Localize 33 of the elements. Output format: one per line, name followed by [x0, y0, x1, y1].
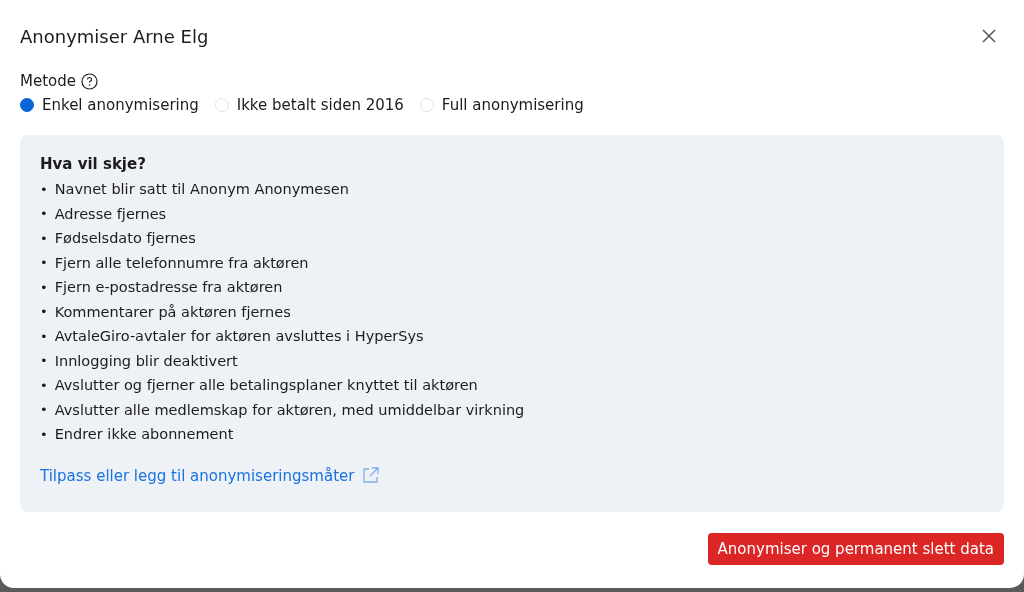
list-item: Adresse fjernes — [54, 205, 167, 222]
list-item: Fødselsdato fjernes — [54, 230, 196, 247]
bullet: • — [40, 279, 48, 295]
list-item: Innlogging blir deaktivert — [54, 352, 238, 369]
bullet: • — [40, 426, 48, 442]
list-item: Fjern alle telefonnumre fra aktøren — [54, 254, 309, 271]
list-item: Navnet blir satt til Anonym Anonymesen — [54, 181, 349, 198]
dialog-title: Anonymiser Arne Elg — [20, 25, 209, 47]
list-item: Avslutter alle medlemskap for aktøren, med umiddelbar virkning — [54, 401, 525, 418]
bullet: • — [40, 206, 48, 222]
list-item: Kommentarer på aktøren fjernes — [54, 303, 291, 320]
bullet: • — [40, 377, 48, 393]
bullet: • — [40, 402, 48, 418]
radio-option[interactable]: Ikke betalt siden 2016 — [214, 96, 404, 114]
close-icon[interactable] — [982, 29, 996, 43]
list-item: Endrer ikke abonnement — [54, 426, 234, 443]
list-item: AvtaleGiro-avtaler for aktøren avsluttes i HyperSys — [54, 328, 424, 345]
info-heading: Hva vil skje? — [40, 155, 147, 173]
list-item: Avslutter og fjerner alle betalingsplaner knyttet til aktøren — [54, 377, 478, 394]
radio-option[interactable]: Enkel anonymisering — [20, 96, 199, 114]
bullet: • — [40, 181, 48, 197]
radio-option[interactable]: Full anonymisering — [419, 96, 584, 114]
bullet: • — [40, 230, 48, 246]
method-label: Metode — [20, 72, 76, 90]
bullet: • — [40, 353, 48, 369]
help-icon[interactable] — [81, 72, 98, 90]
bullet: • — [40, 304, 48, 320]
anonymize-button[interactable]: Anonymiser og permanent slett data — [707, 533, 1004, 565]
customize-link[interactable]: Tilpass eller legg til anonymiseringsmåter — [40, 466, 355, 485]
bullet: • — [40, 328, 48, 344]
list-item: Fjern e-postadresse fra aktøren — [54, 279, 283, 296]
radio-button[interactable] — [20, 98, 34, 112]
bullet: • — [40, 255, 48, 271]
